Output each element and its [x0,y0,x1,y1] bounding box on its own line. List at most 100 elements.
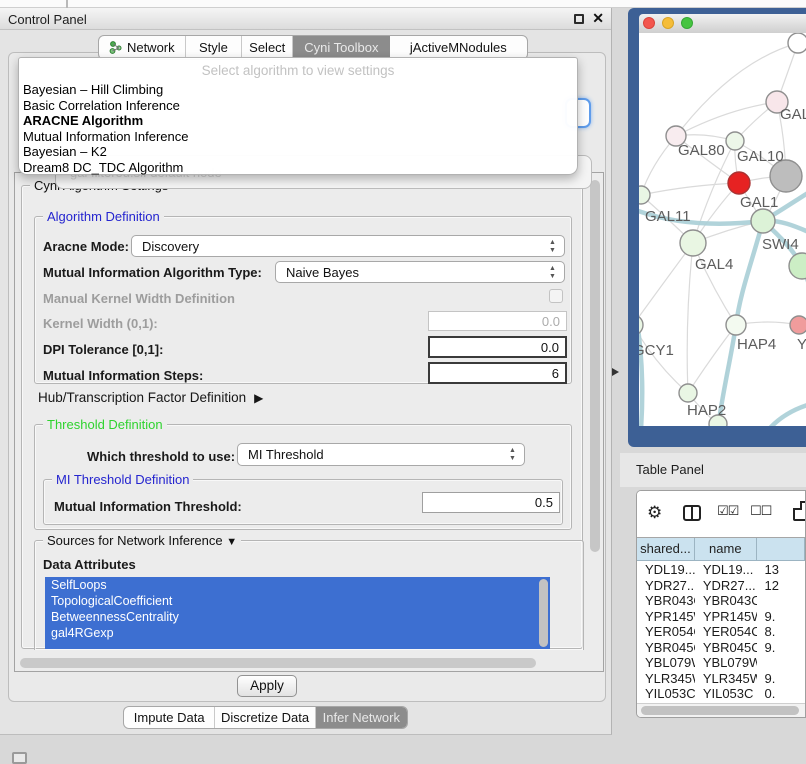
network-edge[interactable] [639,325,688,393]
network-node-big-green[interactable] [789,253,806,279]
table-column-header[interactable] [757,538,805,560]
attribute-list-item[interactable]: TopologicalCoefficient [45,593,550,609]
gear-icon[interactable]: ⚙ [647,503,662,523]
kernel-width-field[interactable]: 0.0 [428,311,567,331]
algorithm-list-item[interactable]: ARACNE Algorithm [23,113,573,129]
table-row[interactable]: YIL053CYIL053C0. [637,686,805,702]
minimize-traffic-light[interactable] [662,17,674,29]
mi-algorithm-type-label: Mutual Information Algorithm Type: [43,265,262,280]
network-node-top-partial[interactable] [788,33,806,53]
tab-style[interactable]: Style [186,36,243,59]
table-horizontal-scrollbar[interactable] [637,703,805,717]
table-cell [757,655,805,671]
apply-button[interactable]: Apply [237,675,297,697]
algorithm-list-item[interactable]: Bayesian – Hill Climbing [23,82,573,98]
settings-horizontal-scrollbar[interactable] [20,658,536,668]
columns-icon[interactable] [683,505,701,521]
minimized-panel-icon[interactable] [12,752,27,764]
dpi-tolerance-field[interactable]: 0.0 [428,336,567,358]
aracne-mode-select[interactable]: Discovery ▲▼ [131,235,565,257]
select-all-checkboxes-icon[interactable]: ☑☑ [717,504,738,519]
table-row[interactable]: YER054CYER054C8. [637,624,805,640]
table-row[interactable]: YDL19...YDL19...13 [637,562,805,578]
table-cell: 0. [757,686,805,702]
tab-discretize-data[interactable]: Discretize Data [215,707,315,728]
table-cell: YIL053C [695,686,757,702]
attributes-list-scrollbar[interactable] [539,579,548,647]
algorithm-list-item[interactable]: Dream8 DC_TDC Algorithm [23,160,573,176]
float-panel-icon[interactable] [574,14,584,24]
tab-impute-data[interactable]: Impute Data [124,707,215,728]
mi-algorithm-type-select[interactable]: Naive Bayes ▲▼ [275,261,565,283]
collapse-arrow-icon[interactable]: ▼ [226,536,237,548]
tab-jactivemnodules[interactable]: jActiveMNodules [390,36,527,59]
table-cell: YLR345W [637,671,695,687]
network-edge[interactable] [687,243,693,393]
expander-arrow-icon[interactable]: ▶ [254,391,263,405]
settings-horizontal-scrollbar-thumb[interactable] [20,658,536,668]
zoom-traffic-light[interactable] [681,17,693,29]
top-edge-tick [66,0,68,8]
mi-threshold-field[interactable]: 0.5 [422,492,560,513]
network-node-HAP2[interactable] [679,384,697,402]
algorithm-list-item[interactable]: Mutual Information Inference [23,129,573,145]
table-cell: 9. [757,609,805,625]
close-traffic-light[interactable] [643,17,655,29]
algorithm-list-item[interactable]: Bayesian – K2 [23,144,573,160]
algorithm-popup-list: Bayesian – Hill ClimbingBasic Correlatio… [23,82,573,176]
network-edge[interactable] [676,102,777,136]
attribute-list-item[interactable]: BetweennessCentrality [45,609,550,625]
mi-steps-field[interactable]: 6 [428,362,567,384]
kernel-width-label: Kernel Width (0,1): [43,316,158,331]
tab-select[interactable]: Select [242,36,293,59]
network-node-label: GAL4 [695,256,733,273]
tab-label: Discretize Data [221,710,309,725]
attribute-list-item[interactable]: gal4RGexp [45,625,550,641]
network-view-window[interactable]: GALGAL80GAL10GAL1GAL11SWI4GAL4GCY1HAP4YH… [628,8,806,447]
tab-infer-network[interactable]: Infer Network [316,707,407,728]
network-edge-highlighted[interactable] [769,404,806,426]
settings-vertical-scrollbar-thumb[interactable] [590,180,600,552]
hub-transcription-expander[interactable]: Hub/Transcription Factor Definition▶ [38,390,263,405]
network-node-GAL1[interactable] [751,209,775,233]
network-node-salmon-node[interactable] [790,316,806,334]
network-node-GAL4[interactable] [680,230,706,256]
mouse-cursor [612,368,619,376]
table-horizontal-scrollbar-thumb[interactable] [641,706,799,715]
network-canvas[interactable]: GALGAL80GAL10GAL1GAL11SWI4GAL4GCY1HAP4YH… [639,33,806,426]
attribute-list-item[interactable]: SelfLoops [45,577,550,593]
close-icon[interactable]: ✕ [592,10,604,27]
table-row[interactable]: YBL079WYBL079W [637,655,805,671]
table-row[interactable]: YPR145WYPR145W9. [637,609,805,625]
network-graph[interactable]: GALGAL80GAL10GAL1GAL11SWI4GAL4GCY1HAP4YH… [639,33,806,426]
tab-network[interactable]: Network [99,36,186,59]
table-column-header[interactable]: shared... [637,538,695,560]
data-attributes-list[interactable]: SelfLoopsTopologicalCoefficientBetweenne… [45,577,550,649]
network-edge[interactable] [639,243,693,325]
network-node-HAP4[interactable] [726,315,746,335]
table-column-header[interactable]: name [695,538,757,560]
network-node-left-partial[interactable] [639,186,650,204]
table-row[interactable]: YDR27...YDR27...12 [637,578,805,594]
tab-label: Network [127,40,175,55]
table-row[interactable]: YBR045CYBR045C9. [637,640,805,656]
network-node-red-node[interactable] [728,172,750,194]
table-row[interactable]: YBR043CYBR043C [637,593,805,609]
algorithm-list-item[interactable]: Basic Correlation Inference [23,98,573,114]
network-window-titlebar[interactable] [639,14,806,33]
settings-scroll-pane: Cyni Algorithm Settings Algorithm Defini… [14,172,604,672]
network-node-label: GCY1 [639,342,674,359]
deselect-all-checkboxes-icon[interactable]: ☐☐ [750,504,771,519]
network-node-GCY1[interactable] [639,315,643,335]
table-cell: 12 [757,578,805,594]
manual-kernel-width-checkbox[interactable] [549,289,563,303]
network-edge[interactable] [641,183,739,195]
which-threshold-select[interactable]: MI Threshold ▲▼ [237,443,525,466]
table-cell: YPR145W [695,609,757,625]
new-table-icon[interactable] [793,501,806,521]
settings-vertical-scrollbar[interactable] [589,176,601,666]
group-title-sources: Sources for Network Inference ▼ [43,533,241,548]
table-row[interactable]: YLR345WYLR345W9. [637,671,805,687]
algorithm-popup-prompt: Select algorithm to view settings [19,63,577,78]
tab-cyni-toolbox[interactable]: Cyni Toolbox [293,36,390,59]
